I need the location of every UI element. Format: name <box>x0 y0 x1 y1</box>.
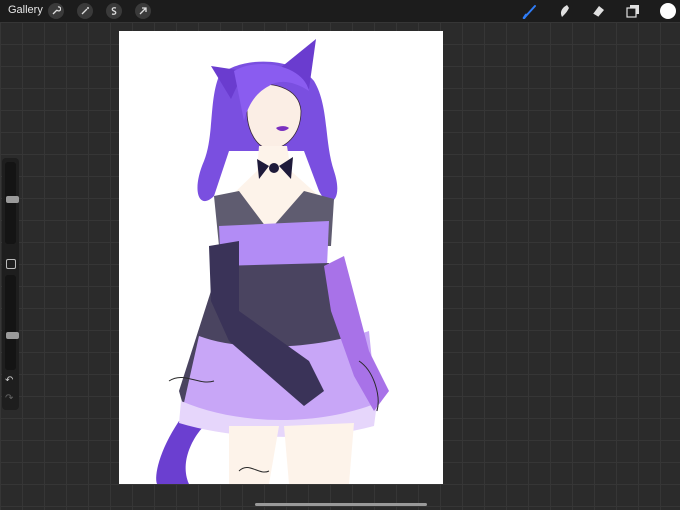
artwork <box>156 39 389 484</box>
wrench-icon[interactable] <box>48 3 64 19</box>
smudge-icon[interactable] <box>555 2 573 20</box>
brush-sidebar: ↶ ↷ <box>2 158 19 410</box>
layers-icon[interactable] <box>624 2 642 20</box>
drawing-canvas[interactable] <box>119 31 443 484</box>
color-swatch[interactable] <box>660 3 676 19</box>
brush-size-slider[interactable] <box>5 162 19 244</box>
magic-wand-icon[interactable] <box>77 3 93 19</box>
opacity-thumb[interactable] <box>6 332 19 339</box>
opacity-slider[interactable] <box>5 275 19 370</box>
transform-arrow-icon[interactable] <box>135 3 151 19</box>
eraser-icon[interactable] <box>589 2 607 20</box>
redo-icon[interactable]: ↷ <box>5 394 13 404</box>
modify-square-icon[interactable] <box>6 259 16 269</box>
top-toolbar: Gallery <box>0 0 680 22</box>
selection-icon[interactable] <box>106 3 122 19</box>
undo-icon[interactable]: ↶ <box>5 376 13 386</box>
gallery-button[interactable]: Gallery <box>8 4 43 16</box>
home-indicator <box>255 503 427 506</box>
brush-icon[interactable] <box>521 2 539 20</box>
brush-size-thumb[interactable] <box>6 196 19 203</box>
